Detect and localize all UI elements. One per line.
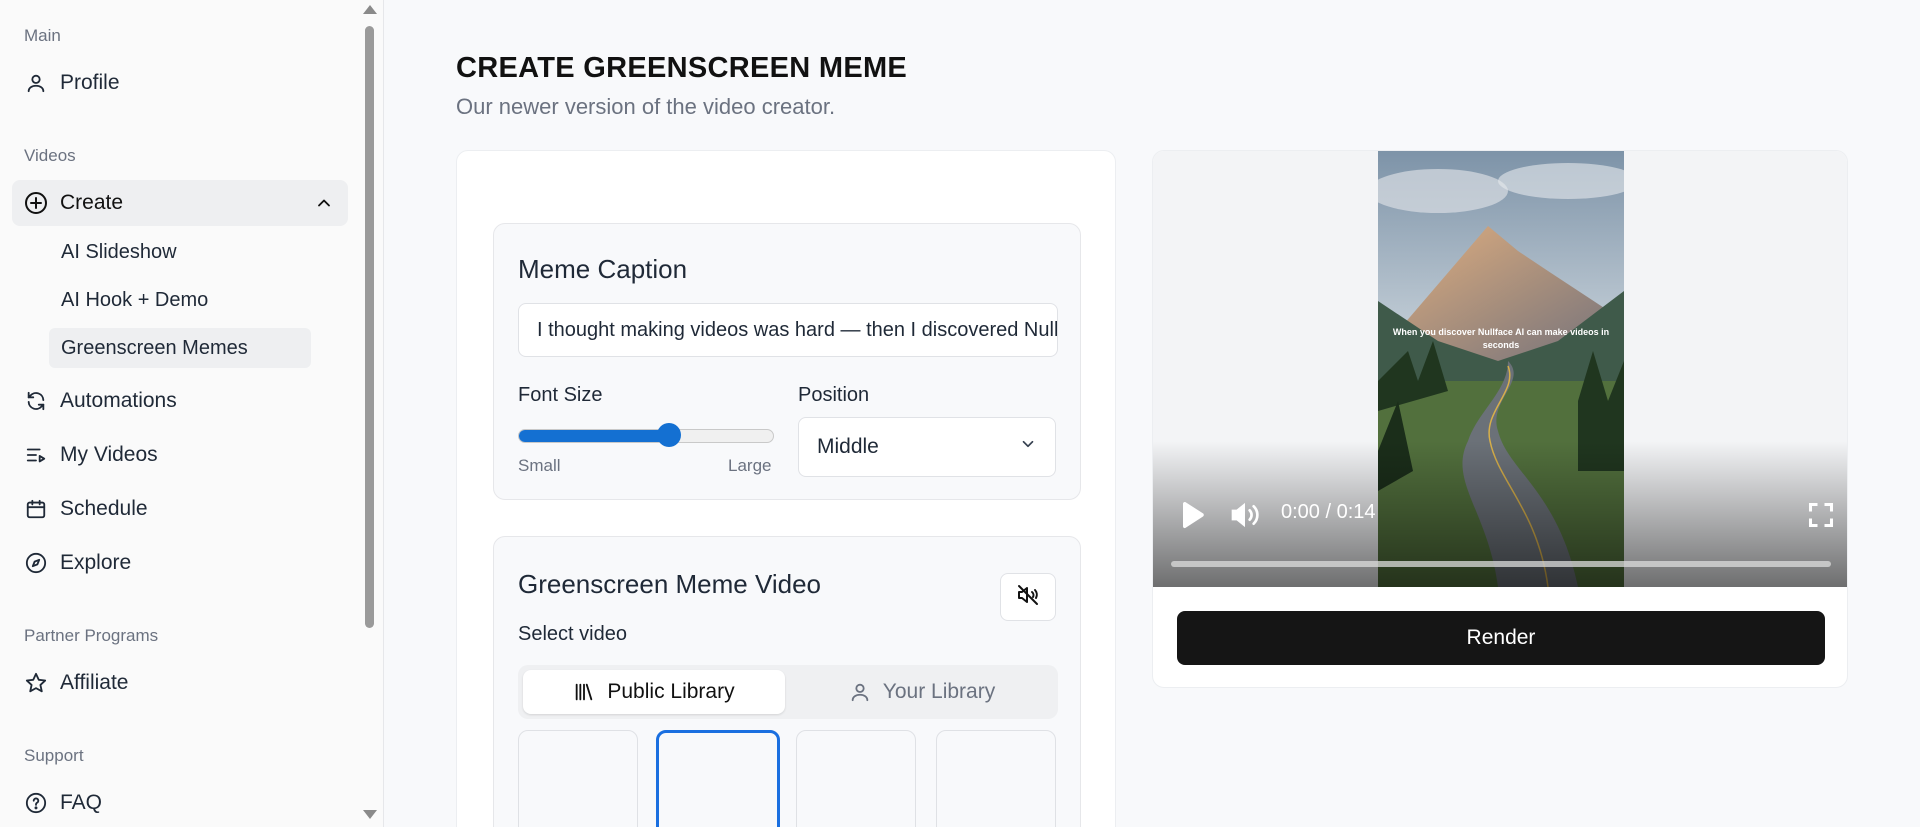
page-subtitle: Our newer version of the video creator. bbox=[456, 94, 836, 119]
chevron-up-icon[interactable] bbox=[314, 193, 334, 219]
font-size-max-label: Large bbox=[728, 456, 772, 475]
sidebar-item-label: Affiliate bbox=[60, 671, 129, 694]
sidebar-item-affiliate[interactable]: Affiliate bbox=[12, 660, 129, 706]
sidebar-item-label: FAQ bbox=[60, 791, 103, 814]
help-circle-icon bbox=[24, 791, 48, 815]
video-thumbnail-selected[interactable] bbox=[656, 730, 780, 827]
volume-icon[interactable] bbox=[1229, 499, 1261, 536]
sidebar-section-support: Support bbox=[24, 746, 84, 765]
sidebar-item-explore[interactable]: Explore bbox=[12, 540, 131, 586]
position-label: Position bbox=[798, 384, 870, 406]
video-overlay-caption: When you discover Nullface AI can make v… bbox=[1392, 327, 1610, 350]
sidebar-subitem-greenscreen-memes[interactable]: Greenscreen Memes bbox=[49, 328, 311, 368]
sidebar-section-partner: Partner Programs bbox=[24, 626, 159, 645]
mute-toggle-button[interactable] bbox=[1000, 573, 1056, 621]
user-icon bbox=[849, 681, 871, 703]
sidebar-subitem-ai-slideshow[interactable]: AI Slideshow bbox=[49, 232, 177, 272]
plus-circle-icon bbox=[24, 191, 48, 215]
sidebar-item-create[interactable]: Create bbox=[12, 180, 348, 226]
library-icon bbox=[573, 681, 595, 703]
chevron-down-icon bbox=[1019, 435, 1037, 459]
meme-caption-input[interactable]: I thought making videos was hard — then … bbox=[518, 303, 1058, 357]
sidebar-item-faq[interactable]: FAQ bbox=[12, 780, 102, 826]
sidebar-section-main: Main bbox=[24, 26, 61, 45]
font-size-slider[interactable] bbox=[518, 429, 774, 443]
volume-off-icon bbox=[1016, 583, 1040, 612]
tab-your-library[interactable]: Your Library bbox=[791, 670, 1053, 714]
video-preview-panel: When you discover Nullface AI can make v… bbox=[1152, 150, 1848, 688]
sidebar-item-label: Explore bbox=[60, 551, 132, 574]
scrollbar-thumb[interactable] bbox=[365, 26, 374, 628]
tab-public-library[interactable]: Public Library bbox=[523, 670, 785, 714]
meme-caption-card: Meme Caption I thought making videos was… bbox=[493, 223, 1081, 500]
select-video-label: Select video bbox=[518, 623, 627, 645]
sidebar-item-profile[interactable]: Profile bbox=[12, 60, 120, 106]
sidebar-item-automations[interactable]: Automations bbox=[12, 378, 177, 424]
position-select-value: Middle bbox=[817, 435, 879, 458]
greenscreen-video-title: Greenscreen Meme Video bbox=[518, 569, 822, 599]
sidebar: Main Profile Videos Create AI Slideshow … bbox=[0, 0, 384, 827]
editor-panel: Meme Caption I thought making videos was… bbox=[456, 150, 1116, 827]
sidebar-item-label: Profile bbox=[60, 71, 120, 94]
compass-icon bbox=[24, 551, 48, 575]
render-button[interactable]: Render bbox=[1177, 611, 1825, 665]
playlist-icon bbox=[24, 443, 48, 467]
font-size-label: Font Size bbox=[518, 384, 603, 406]
video-thumbnail[interactable] bbox=[796, 730, 916, 827]
sidebar-subitem-ai-hook-demo[interactable]: AI Hook + Demo bbox=[49, 280, 208, 320]
sidebar-item-label: Create bbox=[60, 191, 124, 214]
video-thumbnail[interactable] bbox=[518, 730, 638, 827]
tab-label: Public Library bbox=[607, 680, 735, 703]
sidebar-section-videos: Videos bbox=[24, 146, 76, 165]
star-icon bbox=[24, 671, 48, 695]
font-size-slider-thumb[interactable] bbox=[657, 423, 682, 447]
sidebar-item-schedule[interactable]: Schedule bbox=[12, 486, 148, 532]
fullscreen-icon[interactable] bbox=[1807, 501, 1835, 534]
position-select[interactable]: Middle bbox=[798, 417, 1056, 477]
sidebar-item-my-videos[interactable]: My Videos bbox=[12, 432, 158, 478]
play-icon[interactable] bbox=[1175, 499, 1207, 536]
video-player[interactable]: When you discover Nullface AI can make v… bbox=[1153, 151, 1847, 587]
calendar-icon bbox=[24, 497, 48, 521]
page-title: CREATE GREENSCREEN MEME bbox=[456, 52, 908, 84]
sidebar-item-label: My Videos bbox=[60, 443, 158, 466]
scroll-down-arrow-icon[interactable] bbox=[363, 810, 377, 819]
user-icon bbox=[24, 71, 48, 95]
sidebar-item-label: Automations bbox=[60, 389, 177, 412]
font-size-slider-fill bbox=[519, 430, 669, 442]
video-thumbnail[interactable] bbox=[936, 730, 1056, 827]
font-size-min-label: Small bbox=[518, 456, 561, 475]
meme-caption-title: Meme Caption bbox=[518, 254, 688, 284]
scroll-up-arrow-icon[interactable] bbox=[363, 5, 377, 14]
sidebar-scrollbar[interactable] bbox=[361, 0, 377, 827]
library-tabs: Public Library Your Library bbox=[518, 665, 1058, 719]
video-progress-bar[interactable] bbox=[1171, 561, 1831, 567]
video-time: 0:00 / 0:14 bbox=[1281, 501, 1376, 523]
tab-label: Your Library bbox=[882, 680, 996, 703]
sidebar-item-label: Schedule bbox=[60, 497, 148, 520]
greenscreen-video-card: Greenscreen Meme Video Select video Publ… bbox=[493, 536, 1081, 827]
refresh-icon bbox=[24, 389, 48, 413]
